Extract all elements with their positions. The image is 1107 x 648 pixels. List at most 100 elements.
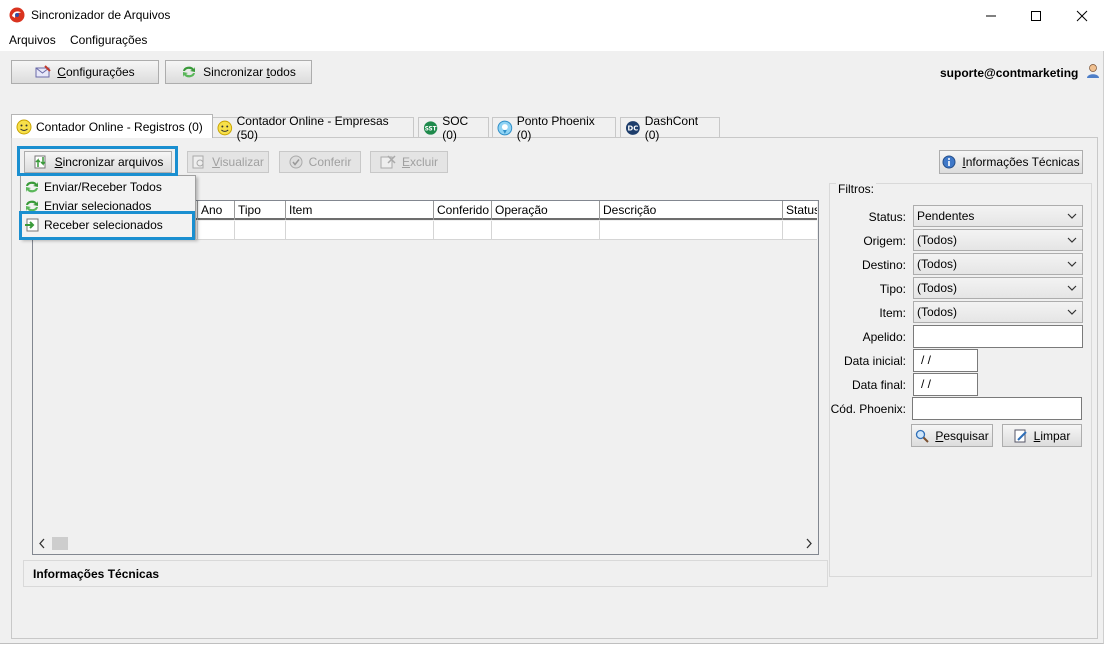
menu-item-enviar-receber-todos[interactable]: Enviar/Receber Todos <box>24 177 162 196</box>
column-header-item[interactable]: Item <box>285 201 434 220</box>
clear-button[interactable]: Limpar <box>1002 424 1082 447</box>
dashcont-icon: DC <box>625 120 640 135</box>
data-final-input[interactable]: / / <box>913 373 978 396</box>
chevron-down-icon <box>1067 237 1077 243</box>
search-button[interactable]: Pesquisar <box>911 424 993 447</box>
sync-icon <box>26 181 38 192</box>
tab-dashcont[interactable]: DC DashCont (0) <box>620 114 720 142</box>
view-icon <box>192 155 204 169</box>
menu-arquivos[interactable]: Arquivos <box>9 33 56 47</box>
smiley-icon <box>16 119 32 134</box>
origem-label: Origem: <box>863 234 906 248</box>
item-select[interactable]: (Todos) <box>913 301 1083 323</box>
grid-cell-divider <box>599 221 600 240</box>
svg-text:DC: DC <box>627 124 638 132</box>
grid-cell-divider <box>234 221 235 240</box>
item-label: Item: <box>879 306 906 320</box>
check-button[interactable]: Conferir <box>279 151 361 173</box>
minimize-button[interactable] <box>968 0 1014 31</box>
filters-title: Filtros: <box>836 182 876 196</box>
info-icon <box>942 155 956 169</box>
column-header-ano[interactable]: Ano <box>197 201 235 220</box>
grid-cell-divider <box>491 221 492 240</box>
maximize-button[interactable] <box>1013 0 1059 31</box>
origem-value: (Todos) <box>917 233 958 247</box>
minimize-icon <box>986 15 996 16</box>
column-header-status[interactable]: Status <box>782 201 817 220</box>
chevron-down-icon <box>1067 285 1077 291</box>
clear-label: Limpar <box>1033 428 1071 443</box>
cod-phoenix-input[interactable] <box>912 397 1082 420</box>
tipo-select[interactable]: (Todos) <box>913 277 1083 299</box>
tab-label: DashCont (0) <box>644 113 699 142</box>
tab-ponto-phoenix[interactable]: Ponto Phoenix (0) <box>492 114 616 142</box>
tipo-label: Tipo: <box>879 282 906 296</box>
tab-label: Contador Online - Empresas (50) <box>236 113 389 142</box>
column-header-tipo[interactable]: Tipo <box>234 201 286 220</box>
horizontal-scrollbar[interactable] <box>33 535 817 552</box>
column-header-descricao[interactable]: Descrição <box>599 201 783 220</box>
tech-info-label: Informações Técnicas <box>962 155 1080 169</box>
records-grid[interactable] <box>32 200 819 555</box>
tab-label: SOC (0) <box>442 113 469 142</box>
delete-button[interactable]: Excluir <box>370 151 448 173</box>
user-email: suporte@contmarketing <box>940 66 1079 80</box>
destino-label: Destino: <box>861 258 906 272</box>
phoenix-icon <box>497 120 513 135</box>
user-icon <box>1087 64 1099 78</box>
apelido-input[interactable] <box>913 325 1083 348</box>
chevron-down-icon <box>1067 261 1077 267</box>
scrollbar-thumb[interactable] <box>52 537 68 550</box>
maximize-icon <box>1031 10 1041 21</box>
svg-text:SST: SST <box>425 126 437 132</box>
tab-contador-empresas[interactable]: Contador Online - Empresas (50) <box>212 114 414 142</box>
close-button[interactable] <box>1059 0 1105 31</box>
cod-phoenix-label: Cód. Phoenix: <box>830 402 906 416</box>
menu-configuracoes[interactable]: Configurações <box>70 33 147 47</box>
check-label: Conferir <box>308 155 352 169</box>
sync-icon <box>183 66 196 78</box>
apelido-label: Apelido: <box>862 330 906 344</box>
settings-mail-icon <box>35 65 52 78</box>
status-label: Status: <box>868 210 906 224</box>
chevron-down-icon <box>1067 213 1077 219</box>
tech-info-button[interactable]: Informações Técnicas <box>939 150 1083 174</box>
grid-cell-divider <box>197 221 198 240</box>
destino-select[interactable]: (Todos) <box>913 253 1083 275</box>
item-value: (Todos) <box>917 305 958 319</box>
grid-cell-divider <box>433 221 434 240</box>
view-button[interactable]: Visualizar <box>187 151 269 173</box>
window-title: Sincronizador de Arquivos <box>31 8 171 22</box>
tab-soc[interactable]: SST SOC (0) <box>418 114 489 142</box>
tech-info-title: Informações Técnicas <box>33 567 160 581</box>
menu-item-label: Enviar/Receber Todos <box>44 179 162 194</box>
view-label: Visualizar <box>212 155 264 169</box>
soc-icon: SST <box>423 120 438 135</box>
status-select[interactable]: Pendentes <box>913 205 1083 227</box>
configurations-label: Configurações <box>57 65 135 79</box>
scroll-right-icon[interactable] <box>804 538 814 549</box>
highlight-sync-files <box>17 146 178 176</box>
sync-all-label: Sincronizar todos <box>203 65 296 79</box>
data-final-label: Data final: <box>851 378 906 392</box>
delete-label: Excluir <box>401 155 439 169</box>
configurations-button[interactable]: Configurações <box>11 60 159 84</box>
sync-all-button[interactable]: Sincronizar todos <box>165 60 312 84</box>
tab-contador-registros[interactable]: Contador Online - Registros (0) <box>11 114 213 138</box>
clear-icon <box>1014 429 1027 442</box>
check-icon <box>289 155 303 169</box>
column-header-conferido[interactable]: Conferido <box>433 201 492 220</box>
grid-cell-divider <box>782 221 783 240</box>
column-header-operacao[interactable]: Operação <box>491 201 600 220</box>
search-icon <box>916 429 930 443</box>
app-logo-icon <box>9 7 25 23</box>
origem-select[interactable]: (Todos) <box>913 229 1083 251</box>
menu-bar <box>0 31 1107 51</box>
smiley-icon <box>217 120 233 135</box>
highlight-receber-selecionados <box>19 211 195 240</box>
scroll-left-icon[interactable] <box>37 538 47 549</box>
destino-value: (Todos) <box>917 257 958 271</box>
grid-cell-divider <box>285 221 286 240</box>
data-inicial-input[interactable]: / / <box>913 349 978 372</box>
delete-icon <box>380 155 396 169</box>
